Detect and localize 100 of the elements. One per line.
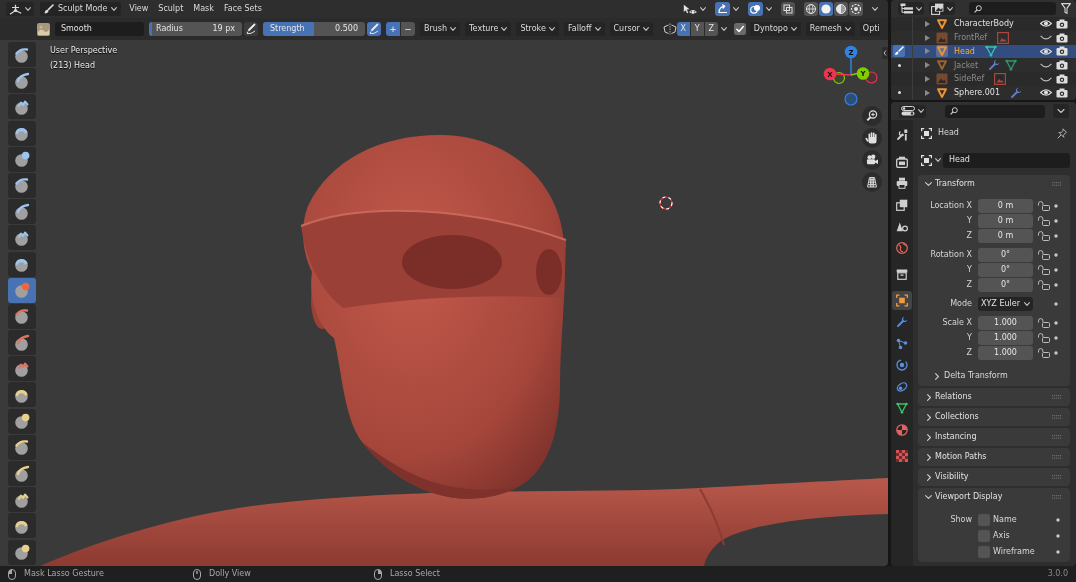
lock-open-icon[interactable] [1038, 347, 1050, 358]
sculpt-tool-icon[interactable] [8, 330, 36, 356]
eye-icon[interactable] [1040, 47, 1052, 56]
sculpt-tool-icon[interactable] [8, 120, 36, 146]
chevron-down-icon[interactable] [25, 7, 31, 11]
chevron-down-icon[interactable] [501, 27, 508, 31]
sculpt-brush-icon[interactable] [893, 45, 905, 58]
drag-handle-icon[interactable] [1052, 495, 1062, 499]
xray-squares-icon[interactable] [781, 2, 795, 16]
toggle-switches-icon[interactable] [901, 106, 915, 116]
wrench-icon[interactable] [896, 316, 908, 328]
mesh-data-icon[interactable] [1005, 59, 1018, 72]
image-stack-icon[interactable] [896, 198, 908, 211]
dot-icon[interactable] [897, 63, 901, 67]
overlapping-circles-icon[interactable] [748, 2, 763, 16]
chevron-down-icon[interactable] [733, 7, 739, 11]
chevron-down-icon[interactable] [947, 6, 953, 11]
object-name[interactable]: CharacterBody [954, 19, 1014, 29]
value-slider[interactable]: Strength 0.500 [263, 22, 365, 36]
keyframe-dot-icon[interactable] [1054, 218, 1058, 223]
number-field[interactable]: 0 m [978, 213, 1033, 228]
eye-closed-icon[interactable] [1040, 76, 1052, 82]
keyframe-dot-icon[interactable] [1054, 350, 1058, 355]
sculpt-tool-icon[interactable] [8, 303, 36, 329]
chevron-down-icon[interactable] [700, 7, 706, 11]
checkbox-label[interactable]: Name [993, 515, 1017, 525]
gizmo-arrows-icon[interactable] [715, 2, 730, 16]
camera-icon[interactable] [1056, 46, 1068, 57]
mesh-object-icon[interactable] [936, 59, 948, 72]
search-field[interactable] [969, 2, 1056, 15]
dropdown-menu[interactable]: Stroke [516, 22, 559, 36]
camera-back-icon[interactable] [896, 155, 908, 168]
half-shaded-sphere-icon[interactable] [834, 2, 848, 16]
image-stack-icon[interactable] [931, 2, 944, 15]
checkbox-label[interactable]: Axis [993, 531, 1010, 541]
chevron-down-icon[interactable] [642, 27, 649, 31]
eye-icon[interactable] [1040, 88, 1052, 98]
sculpt-tool-icon[interactable] [8, 539, 36, 565]
chevron-down-icon[interactable] [935, 158, 941, 162]
sculpt-tool-icon[interactable] [8, 382, 36, 408]
eye-icon[interactable] [1040, 19, 1052, 29]
chevron-right-icon[interactable] [927, 453, 931, 461]
wrench-icon[interactable] [988, 59, 1001, 72]
drag-handle-icon[interactable] [1052, 475, 1062, 479]
sculpt-tool-icon[interactable] [8, 408, 36, 434]
object-name[interactable]: Head [954, 46, 975, 57]
dropdown-menu[interactable]: Dyntopo [749, 22, 801, 36]
number-field[interactable]: 0° [978, 262, 1033, 277]
object-name[interactable]: FrontRef [954, 33, 988, 43]
chevron-right-icon[interactable] [927, 393, 931, 401]
keyframe-dot-icon[interactable] [1054, 233, 1058, 238]
panel-header[interactable]: Transform [918, 175, 1070, 193]
sculpt-tool-icon[interactable] [8, 225, 36, 251]
sculpt-tool-icon[interactable] [8, 199, 36, 225]
dropdown-menu[interactable]: Remesh [805, 22, 855, 36]
number-field[interactable]: 0 m [978, 228, 1033, 243]
chevron-down-icon[interactable] [766, 7, 772, 11]
panel-header[interactable]: Relations [918, 388, 1070, 406]
keyframe-dot-icon[interactable] [1054, 301, 1058, 306]
outliner-list-icon[interactable] [900, 3, 913, 14]
dotted-sphere-icon[interactable] [849, 2, 863, 16]
cone-sphere-icon[interactable] [896, 220, 908, 232]
chevron-right-icon[interactable] [935, 372, 939, 380]
camera-icon[interactable] [1056, 32, 1068, 43]
sculpt-tool-icon[interactable] [8, 434, 36, 460]
symmetry-axis-toggle[interactable]: Z [704, 22, 718, 36]
keyframe-dot-icon[interactable] [1054, 282, 1058, 287]
chevron-down-icon[interactable] [925, 495, 932, 499]
orbit-icon[interactable] [896, 359, 908, 371]
wrench-icon[interactable] [1010, 86, 1022, 99]
nodes-icon[interactable] [896, 337, 908, 350]
link-icon[interactable] [896, 380, 908, 393]
direction-toggle[interactable]: − [401, 22, 415, 36]
sculpt-tool-icon[interactable] [8, 487, 36, 513]
lock-open-icon[interactable] [1038, 215, 1050, 226]
checkbox[interactable] [978, 514, 990, 526]
brush-texture-icon[interactable] [37, 22, 50, 36]
chevron-down-icon[interactable] [548, 27, 555, 31]
outliner-row[interactable]: Jacket [891, 58, 1076, 73]
keyframe-dot-icon[interactable] [1054, 320, 1058, 325]
camera-icon[interactable] [1056, 74, 1068, 85]
filter-icon[interactable] [1061, 3, 1071, 14]
printer-icon[interactable] [896, 177, 908, 189]
symmetry-axis-toggle[interactable]: Y [690, 22, 704, 36]
chevron-down-icon[interactable] [1053, 104, 1069, 118]
symmetry-axis-toggle[interactable]: X [676, 22, 690, 36]
eye-closed-icon[interactable] [1040, 62, 1052, 68]
outliner-row[interactable]: SideRef [891, 72, 1076, 86]
sculpt-tool-icon[interactable] [8, 146, 36, 172]
chevron-down-icon[interactable] [790, 27, 797, 31]
outliner-row[interactable]: CharacterBody [891, 17, 1076, 31]
pin-icon[interactable] [1057, 127, 1067, 139]
image-data-icon[interactable] [994, 73, 1007, 86]
camera-icon[interactable] [1056, 87, 1068, 98]
menu-item[interactable]: View [124, 2, 154, 16]
chevron-down-icon[interactable] [872, 7, 878, 11]
lock-open-icon[interactable] [1038, 264, 1050, 275]
grid-icon[interactable] [862, 172, 882, 192]
dropdown-menu[interactable]: Opti [859, 22, 880, 36]
keyframe-dot-icon[interactable] [1054, 203, 1058, 208]
